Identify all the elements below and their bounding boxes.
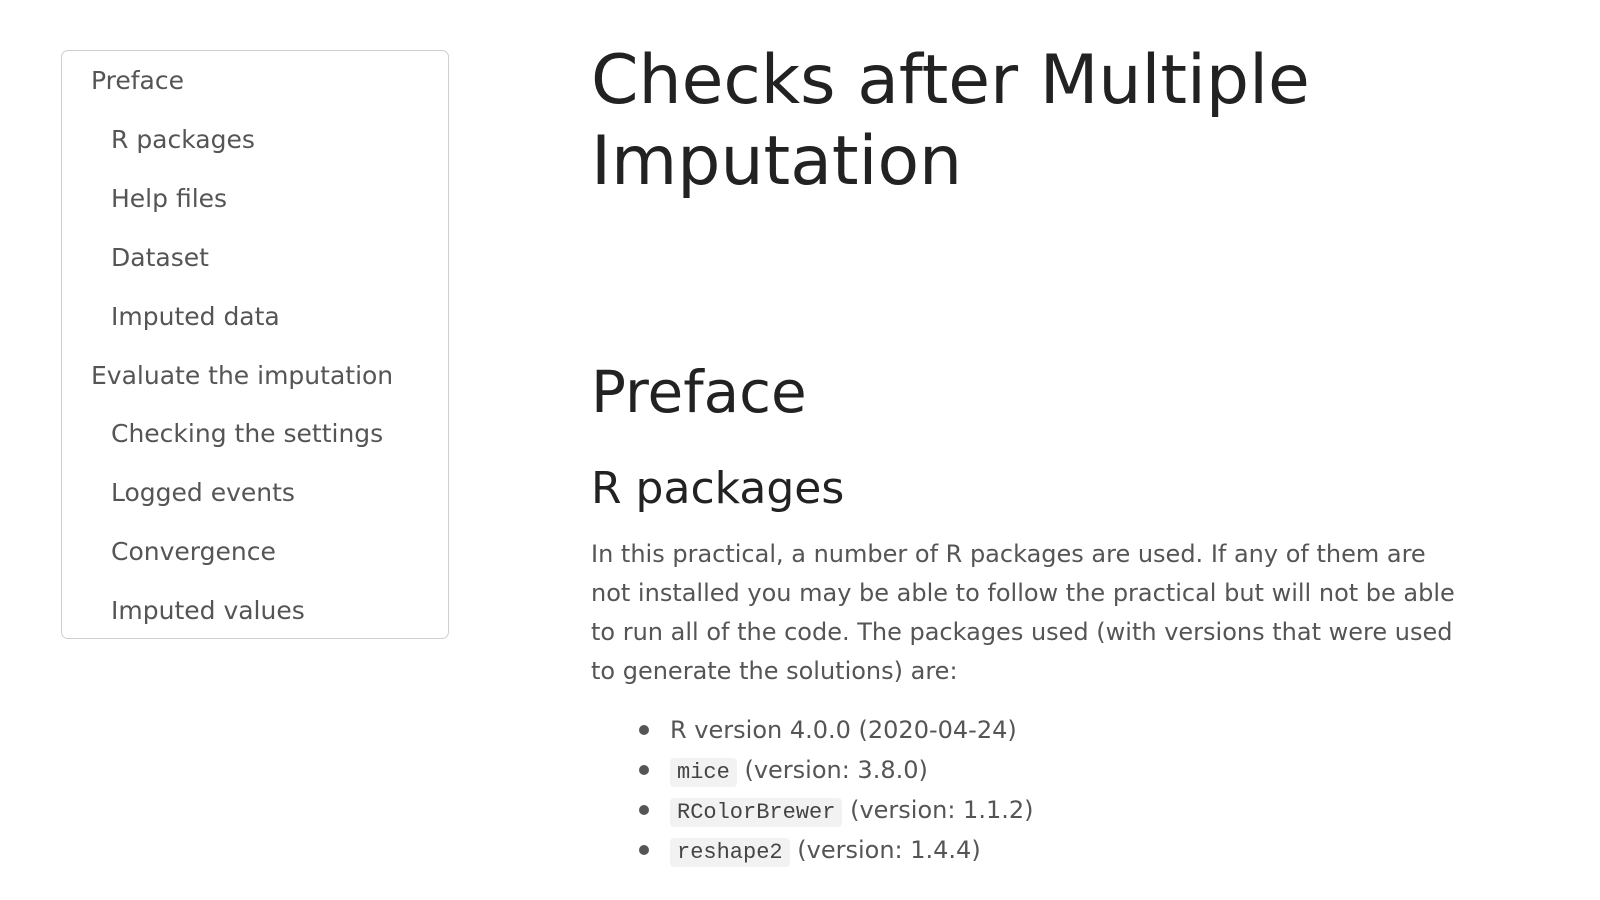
list-item: RColorBrewer (version: 1.1.2) <box>639 790 1034 830</box>
toc-item-logged-events[interactable]: Logged events <box>111 478 295 508</box>
package-name-code: mice <box>670 758 737 787</box>
toc-item-r-packages[interactable]: R packages <box>111 125 255 155</box>
page: Preface R packages Help files Dataset Im… <box>0 0 1600 900</box>
toc-item-imputed-values[interactable]: Imputed values <box>111 596 305 626</box>
toc-item-convergence[interactable]: Convergence <box>111 537 276 567</box>
package-version-text: R version 4.0.0 (2020-04-24) <box>670 716 1017 744</box>
table-of-contents: Preface R packages Help files Dataset Im… <box>61 50 449 639</box>
package-name-code: reshape2 <box>670 838 790 867</box>
toc-item-evaluate-the-imputation[interactable]: Evaluate the imputation <box>91 361 393 391</box>
intro-paragraph: In this practical, a number of R package… <box>591 540 1455 685</box>
toc-item-checking-the-settings[interactable]: Checking the settings <box>111 419 383 449</box>
section-heading-preface: Preface <box>591 358 807 426</box>
subsection-heading-r-packages: R packages <box>591 463 845 514</box>
list-item: mice (version: 3.8.0) <box>639 750 1034 790</box>
package-name-code: RColorBrewer <box>670 798 843 827</box>
package-version-text: (version: 1.1.2) <box>850 796 1034 824</box>
package-version-text: (version: 1.4.4) <box>797 836 981 864</box>
list-item: reshape2 (version: 1.4.4) <box>639 830 1034 870</box>
package-list: R version 4.0.0 (2020-04-24) mice (versi… <box>639 710 1034 870</box>
page-title: Checks after Multiple Imputation <box>591 41 1310 201</box>
toc-item-help-files[interactable]: Help files <box>111 184 227 214</box>
package-version-text: (version: 3.8.0) <box>744 756 928 784</box>
toc-item-preface[interactable]: Preface <box>91 66 184 96</box>
list-item: R version 4.0.0 (2020-04-24) <box>639 710 1034 750</box>
toc-item-imputed-data[interactable]: Imputed data <box>111 302 280 332</box>
toc-item-dataset[interactable]: Dataset <box>111 243 209 273</box>
